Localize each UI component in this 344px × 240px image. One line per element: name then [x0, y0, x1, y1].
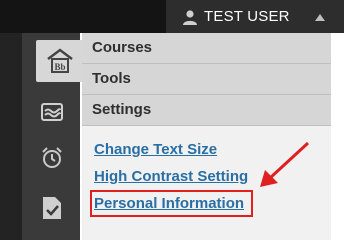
top-bar-left	[0, 0, 166, 33]
caret-up-icon	[315, 14, 325, 21]
document-check-icon	[43, 197, 61, 219]
change-text-size-link[interactable]: Change Text Size	[94, 141, 217, 159]
wave-grades-icon	[41, 103, 63, 121]
highlight-box	[90, 190, 253, 217]
menu-item-label: Tools	[92, 70, 131, 87]
user-menu-button[interactable]: TEST USER	[166, 2, 336, 32]
red-arrow-icon	[260, 141, 310, 187]
user-icon	[183, 10, 197, 25]
rail-item-due-dates[interactable]	[36, 140, 68, 176]
menu-item-courses[interactable]: Courses	[82, 33, 331, 64]
rail-item-grades[interactable]	[36, 94, 68, 130]
alarm-clock-icon	[42, 147, 62, 168]
rail-item-assignments[interactable]	[36, 190, 68, 226]
blackboard-logo-icon: Bb	[47, 48, 73, 73]
left-rail-edge	[0, 33, 22, 240]
svg-text:Bb: Bb	[54, 62, 65, 72]
menu-item-settings[interactable]: Settings	[82, 95, 331, 126]
menu-item-tools[interactable]: Tools	[82, 64, 331, 95]
high-contrast-setting-link[interactable]: High Contrast Setting	[94, 168, 248, 186]
rail-item-home[interactable]: Bb	[36, 40, 84, 82]
user-name: TEST USER	[204, 8, 290, 25]
menu-item-label: Settings	[92, 101, 152, 118]
global-nav-menu: Courses Tools Settings	[82, 33, 331, 126]
menu-item-label: Courses	[92, 39, 153, 56]
